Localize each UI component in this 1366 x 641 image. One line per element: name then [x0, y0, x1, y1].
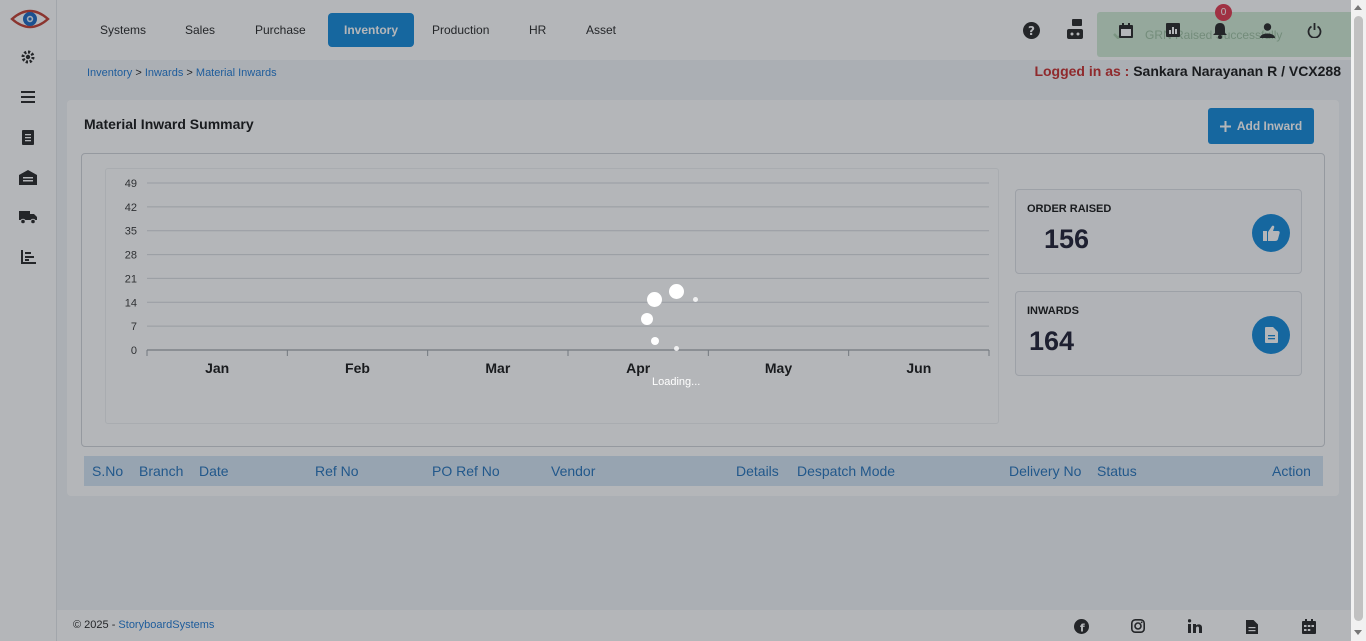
scroll-thumb[interactable] — [1354, 16, 1363, 621]
scroll-down-arrow[interactable] — [1354, 630, 1362, 635]
loading-overlay — [0, 0, 1351, 641]
scrollbar[interactable] — [1351, 0, 1366, 641]
spinner-dot — [647, 292, 662, 307]
spinner-dot — [674, 346, 679, 351]
loading-text: Loading... — [652, 376, 701, 388]
scroll-up-arrow[interactable] — [1354, 5, 1362, 10]
spinner-dot — [641, 313, 653, 325]
spinner-dot — [651, 337, 659, 345]
spinner-dot — [669, 284, 684, 299]
spinner-dot — [693, 297, 698, 302]
